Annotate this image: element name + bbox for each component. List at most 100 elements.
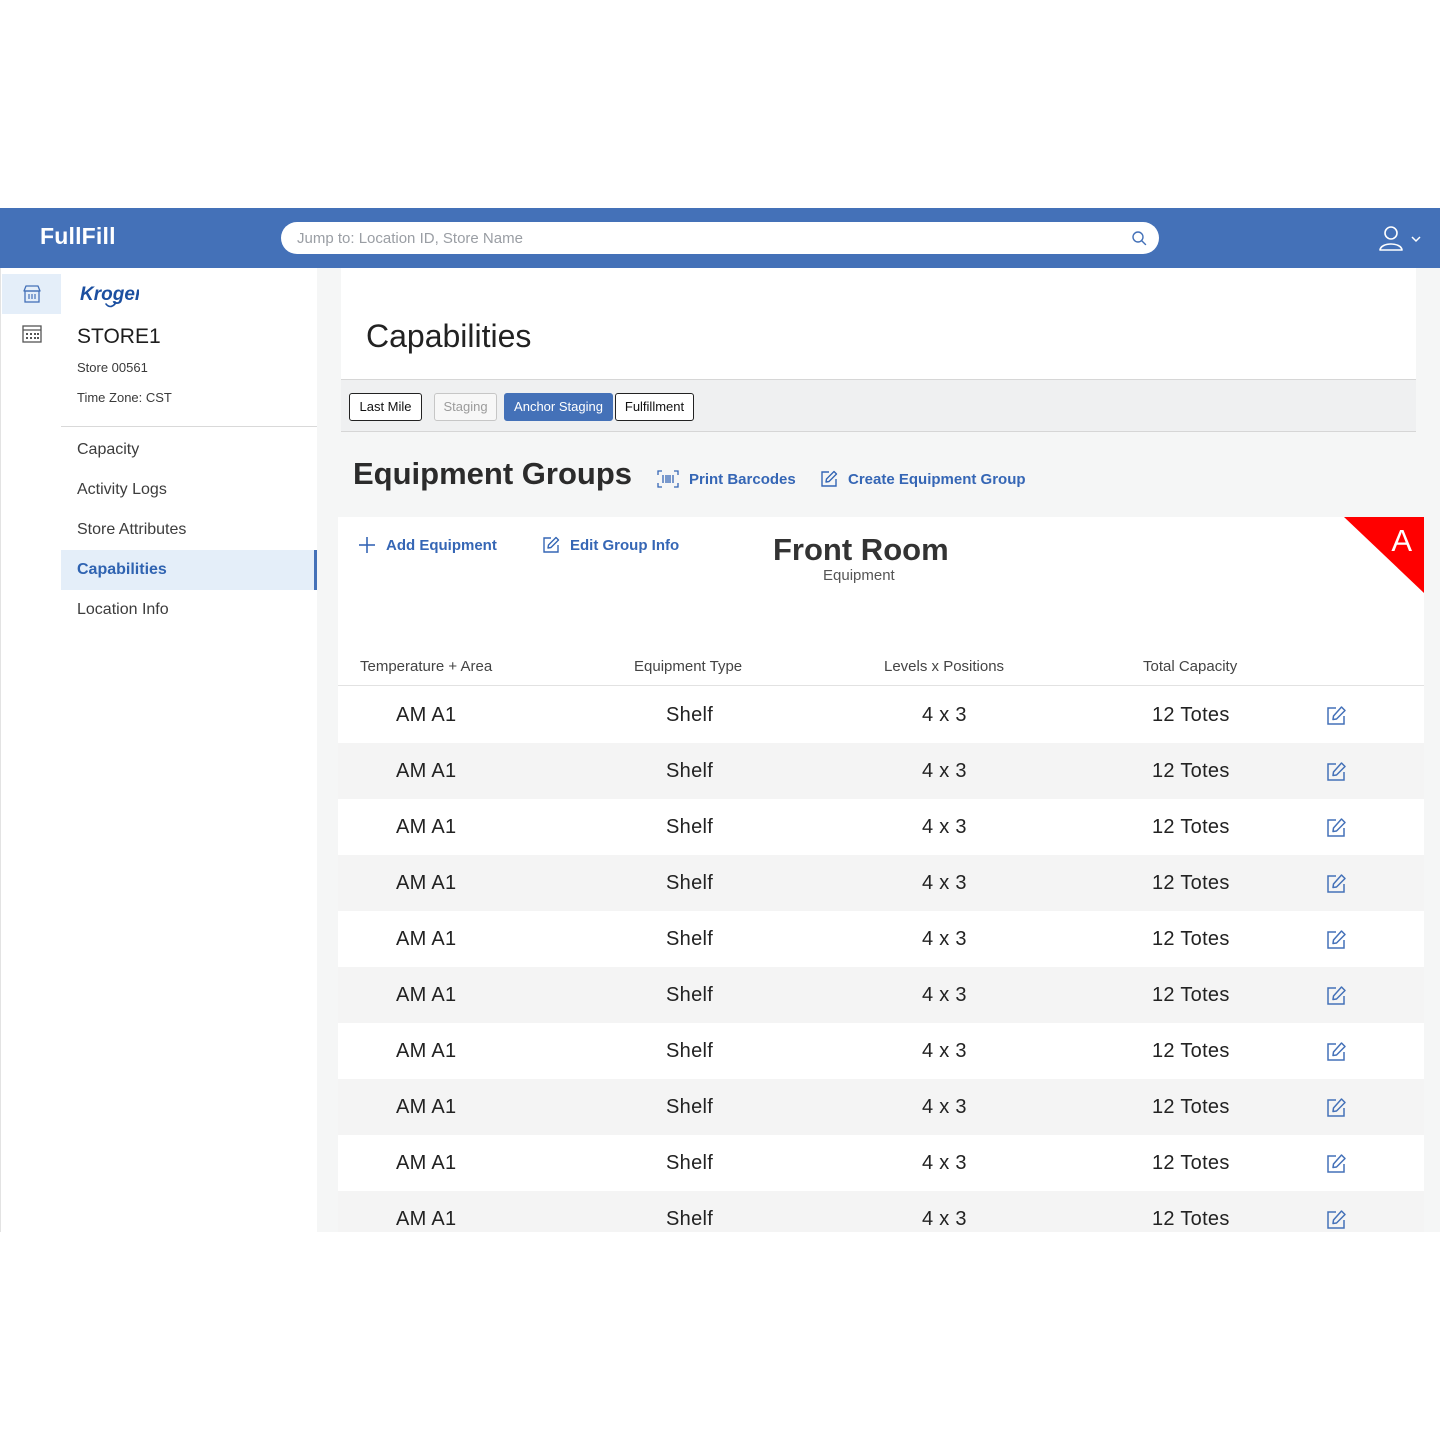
table-row: AM A1 Shelf 4 x 3 12 Totes	[338, 1079, 1424, 1135]
tab-fulfillment[interactable]: Fulfillment	[615, 393, 694, 421]
print-barcodes-label: Print Barcodes	[689, 470, 796, 488]
section-title: Equipment Groups	[353, 456, 632, 491]
column-header-levels-positions: Levels x Positions	[884, 658, 1005, 675]
store-divider	[61, 426, 317, 427]
edit-icon	[821, 470, 838, 487]
edit-icon	[543, 536, 560, 553]
search-box[interactable]	[281, 222, 1159, 254]
cell-levels-positions: 4 x 3	[922, 928, 967, 950]
edit-icon[interactable]	[1325, 873, 1347, 895]
cell-equipment-type: Shelf	[666, 1208, 714, 1230]
create-equipment-group-link[interactable]: Create Equipment Group	[820, 470, 1026, 488]
edit-icon[interactable]	[1325, 1153, 1347, 1175]
plus-icon	[359, 537, 375, 553]
cell-equipment-type: Shelf	[666, 760, 714, 782]
page-title: Capabilities	[366, 318, 532, 354]
nav-item-capacity[interactable]: Capacity	[61, 430, 317, 470]
edit-icon[interactable]	[1325, 817, 1347, 839]
nav-item-location-info[interactable]: Location Info	[61, 590, 317, 630]
cell-temperature-area: AM A1	[396, 872, 457, 894]
group-badge-label: A	[1391, 523, 1412, 558]
cell-temperature-area: AM A1	[396, 1208, 457, 1230]
table-row: AM A1 Shelf 4 x 3 12 Totes	[338, 799, 1424, 855]
tab-last-mile[interactable]: Last Mile	[349, 393, 422, 421]
create-equipment-group-label: Create Equipment Group	[848, 470, 1026, 488]
cell-temperature-area: AM A1	[396, 928, 457, 950]
table-row: AM A1 Shelf 4 x 3 12 Totes	[338, 1191, 1424, 1232]
cell-total-capacity: 12 Totes	[1152, 928, 1230, 950]
add-equipment-label: Add Equipment	[386, 536, 497, 554]
cell-temperature-area: AM A1	[396, 704, 457, 726]
store-panel: Kroger STORE1 Store 00561 Time Zone: CST…	[61, 268, 317, 1232]
user-icon[interactable]	[1378, 224, 1404, 252]
print-barcodes-link[interactable]: Print Barcodes	[657, 470, 796, 488]
table-row: AM A1 Shelf 4 x 3 12 Totes	[338, 687, 1424, 743]
table-row: AM A1 Shelf 4 x 3 12 Totes	[338, 1135, 1424, 1191]
edit-icon[interactable]	[1325, 1209, 1347, 1231]
nav-item-activity-logs[interactable]: Activity Logs	[61, 470, 317, 510]
chevron-down-icon[interactable]	[1411, 235, 1421, 243]
app-brand[interactable]: FullFill	[40, 223, 116, 250]
cell-temperature-area: AM A1	[396, 984, 457, 1006]
table-row: AM A1 Shelf 4 x 3 12 Totes	[338, 967, 1424, 1023]
add-equipment-link[interactable]: Add Equipment	[358, 536, 497, 554]
cell-temperature-area: AM A1	[396, 1096, 457, 1118]
edit-group-info-label: Edit Group Info	[570, 536, 680, 554]
table-row: AM A1 Shelf 4 x 3 12 Totes	[338, 911, 1424, 967]
tab-anchor-staging[interactable]: Anchor Staging	[504, 393, 613, 421]
column-header-equipment-type: Equipment Type	[634, 658, 743, 675]
edit-icon[interactable]	[1325, 761, 1347, 783]
cell-equipment-type: Shelf	[666, 928, 714, 950]
cell-temperature-area: AM A1	[396, 816, 457, 838]
cell-levels-positions: 4 x 3	[922, 1096, 967, 1118]
cell-equipment-type: Shelf	[666, 1096, 714, 1118]
equipment-group-card: Add Equipment Edit Group Info Front Room…	[338, 517, 1424, 1232]
edit-icon[interactable]	[1325, 985, 1347, 1007]
icon-rail	[0, 268, 62, 1232]
cell-equipment-type: Shelf	[666, 704, 714, 726]
cell-levels-positions: 4 x 3	[922, 1040, 967, 1062]
group-corner-badge	[1344, 517, 1424, 593]
cell-total-capacity: 12 Totes	[1152, 1096, 1230, 1118]
store-name: STORE1	[77, 325, 161, 348]
search-icon[interactable]	[1131, 230, 1147, 246]
calendar-icon	[22, 325, 42, 343]
cell-total-capacity: 12 Totes	[1152, 872, 1230, 894]
tab-staging[interactable]: Staging	[434, 393, 497, 421]
edit-icon[interactable]	[1325, 1041, 1347, 1063]
rail-calendar-button[interactable]	[2, 314, 62, 354]
group-subtitle: Equipment	[823, 567, 895, 584]
cell-total-capacity: 12 Totes	[1152, 1208, 1230, 1230]
store-icon	[23, 285, 41, 303]
cell-total-capacity: 12 Totes	[1152, 1040, 1230, 1062]
cell-equipment-type: Shelf	[666, 984, 714, 1006]
edit-icon[interactable]	[1325, 929, 1347, 951]
table-row: AM A1 Shelf 4 x 3 12 Totes	[338, 855, 1424, 911]
user-menu[interactable]	[1378, 224, 1426, 252]
edit-icon[interactable]	[1325, 1097, 1347, 1119]
search-input[interactable]	[297, 222, 1117, 254]
edit-icon[interactable]	[1325, 705, 1347, 727]
cell-levels-positions: 4 x 3	[922, 704, 967, 726]
cell-temperature-area: AM A1	[396, 1040, 457, 1062]
cell-total-capacity: 12 Totes	[1152, 984, 1230, 1006]
cell-equipment-type: Shelf	[666, 816, 714, 838]
barcode-icon	[657, 470, 679, 488]
cell-equipment-type: Shelf	[666, 1152, 714, 1174]
column-header-total-capacity: Total Capacity	[1143, 658, 1238, 675]
cell-total-capacity: 12 Totes	[1152, 704, 1230, 726]
cell-temperature-area: AM A1	[396, 1152, 457, 1174]
table-row: AM A1 Shelf 4 x 3 12 Totes	[338, 1023, 1424, 1079]
table-header: Temperature + Area Equipment Type Levels…	[338, 648, 1424, 686]
cell-total-capacity: 12 Totes	[1152, 1152, 1230, 1174]
edit-group-info-link[interactable]: Edit Group Info	[542, 536, 679, 554]
cell-levels-positions: 4 x 3	[922, 1152, 967, 1174]
app-window: FullFill Jump to: Location ID, Store Nam…	[0, 208, 1440, 1232]
nav-item-store-attributes[interactable]: Store Attributes	[61, 510, 317, 550]
rail-store-button[interactable]	[2, 274, 62, 314]
cell-total-capacity: 12 Totes	[1152, 816, 1230, 838]
cell-total-capacity: 12 Totes	[1152, 760, 1230, 782]
nav-item-capabilities[interactable]: Capabilities	[61, 550, 317, 590]
kroger-logo: Kroger	[80, 284, 139, 308]
store-id: Store 00561	[77, 360, 148, 375]
